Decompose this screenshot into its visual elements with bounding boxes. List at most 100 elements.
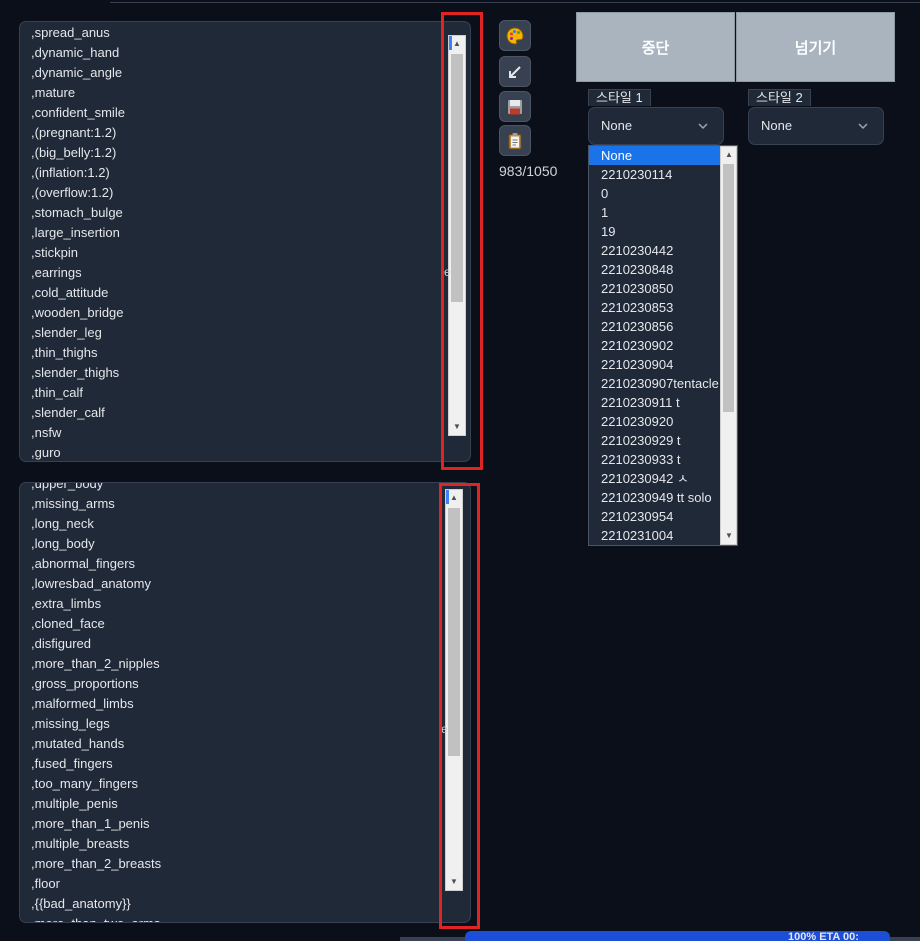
positive-prompt-textarea[interactable]: ,spread_anus ,dynamic_hand ,dynamic_angle,… <box>19 21 471 462</box>
chevron-down-icon <box>698 123 708 130</box>
prompt-line: ,malformed_limbs <box>31 696 134 711</box>
dropdown-scrollbar[interactable]: ▲ ▼ <box>720 146 737 545</box>
negative-prompt-textarea[interactable]: ,upper_body ,missing_arms ,long_neck ,long_… <box>19 482 471 923</box>
prompt-line: ,wooden_bridge <box>31 305 124 320</box>
style2-value: None <box>761 118 793 133</box>
stray-character: e <box>444 265 451 279</box>
style2-label: 스타일 2 <box>748 89 811 106</box>
prompt-line: ,(inflation:1.2) <box>31 165 110 180</box>
dropdown-option[interactable]: 2210230920 <box>589 412 721 431</box>
prompt-line: ,large_insertion <box>31 225 120 240</box>
prompt-line: ,nsfw <box>31 425 62 440</box>
prompt-line: ,spread_anus <box>31 25 110 40</box>
arrow-icon <box>509 65 521 78</box>
dropdown-option[interactable]: 2210230949 tt solo <box>589 488 721 507</box>
scroll-up-arrow-icon[interactable]: ▲ <box>449 36 465 52</box>
prompt-line: ,more_than_two_arms <box>31 914 161 922</box>
prompt-line: ,upper_body <box>31 482 104 491</box>
prompt-line: ,(big_belly:1.2) <box>31 145 117 160</box>
scroll-thumb[interactable] <box>451 54 463 302</box>
prompt-line: ,gross_proportions <box>31 676 139 691</box>
prompt-line: ,long_neck <box>31 516 94 531</box>
dropdown-option[interactable]: 19 <box>589 222 721 241</box>
progress-text: 100% ETA 00: <box>788 931 859 941</box>
dropdown-option[interactable]: 2210230942 ㅅ <box>589 469 721 488</box>
prompt-line: ,disfigured <box>31 636 91 651</box>
token-counter: 983/1050 <box>499 163 558 179</box>
save-button[interactable] <box>499 91 531 122</box>
dropdown-option[interactable]: 2210230933 t <box>589 450 721 469</box>
scroll-up-arrow-icon[interactable]: ▲ <box>721 147 737 163</box>
prompt-line: ,(overflow:1.2) <box>31 185 114 200</box>
arrow-button[interactable] <box>499 56 531 87</box>
prompt-line: ,slender_calf <box>31 405 105 420</box>
dropdown-option[interactable]: 1 <box>589 203 721 222</box>
prompt-line: ,more_than_2_nipples <box>31 656 160 671</box>
stray-character: e <box>441 722 448 736</box>
prompt-line: ,dynamic_hand <box>31 45 120 60</box>
dropdown-option[interactable]: 0 <box>589 184 721 203</box>
prompt-line: ,cloned_face <box>31 616 105 631</box>
style2-select[interactable]: None <box>748 107 884 145</box>
prompt-line: ,thin_thighs <box>31 345 98 360</box>
positive-prompt-text: ,spread_anus ,dynamic_hand ,dynamic_angle,… <box>31 23 125 461</box>
prompt-line: ,long_body <box>31 536 95 551</box>
dropdown-option[interactable]: 2210230929 t <box>589 431 721 450</box>
prompt-line: ,fused_fingers <box>31 756 113 771</box>
dropdown-option[interactable]: 2210230848 <box>589 260 721 279</box>
style1-label: 스타일 1 <box>588 89 651 106</box>
prompt-line: ,confident_smile <box>31 105 125 120</box>
prompt-line: ,{{bad_anatomy}} <box>31 896 131 911</box>
prompt-line: ,dynamic_angle <box>31 65 123 80</box>
prompt-line: ,abnormal_fingers <box>31 556 136 571</box>
prompt-line: ,missing_arms <box>31 496 115 511</box>
dropdown-option[interactable]: 2210230911 t <box>589 393 721 412</box>
dropdown-option[interactable]: 2210230850 <box>589 279 721 298</box>
interrupt-button[interactable]: 중단 <box>576 12 735 82</box>
prompt-line: ,too_many_fingers <box>31 776 138 791</box>
prompt-line: ,multiple_breasts <box>31 836 130 851</box>
dropdown-option[interactable]: None <box>589 146 721 165</box>
prompt-line: ,more_than_1_penis <box>31 816 150 831</box>
style1-select[interactable]: None <box>588 107 724 145</box>
prompt-line: ,stomach_bulge <box>31 205 123 220</box>
prompt-line: ,multiple_penis <box>31 796 118 811</box>
negative-prompt-text: ,upper_body ,missing_arms ,long_neck ,long_… <box>31 482 161 922</box>
dropdown-option[interactable]: 2210230954 <box>589 507 721 526</box>
prompt-line: ,mature <box>31 85 76 100</box>
dropdown-option[interactable]: 2210230902 <box>589 336 721 355</box>
prompt-line: ,extra_limbs <box>31 596 102 611</box>
dropdown-option[interactable]: 2210230853 <box>589 298 721 317</box>
dropdown-option[interactable]: 2210231004 <box>589 526 721 545</box>
skip-button[interactable]: 넘기기 <box>736 12 895 82</box>
top-divider <box>110 0 920 3</box>
style1-value: None <box>601 118 633 133</box>
prompt-line: ,lowresbad_anatomy <box>31 576 151 591</box>
prompt-line: ,(pregnant:1.2) <box>31 125 117 140</box>
negative-prompt-scrollbar[interactable]: ▲ ▼ <box>445 489 463 891</box>
positive-prompt-scrollbar[interactable]: ▲ ▼ <box>448 35 466 436</box>
dropdown-option[interactable]: 2210230442 <box>589 241 721 260</box>
dropdown-option[interactable]: 2210230114 <box>589 165 721 184</box>
scroll-thumb[interactable] <box>448 508 460 756</box>
clipboard-button[interactable] <box>499 125 531 156</box>
prompt-line: ,thin_calf <box>31 385 84 400</box>
clipboard-icon <box>508 132 522 149</box>
prompt-line: ,missing_legs <box>31 716 110 731</box>
save-icon <box>507 98 523 115</box>
prompt-line: ,slender_leg <box>31 325 102 340</box>
prompt-line: ,cold_attitude <box>31 285 109 300</box>
scroll-down-arrow-icon[interactable]: ▼ <box>721 528 737 544</box>
dropdown-option[interactable]: 2210230904 <box>589 355 721 374</box>
scroll-down-arrow-icon[interactable]: ▼ <box>449 419 465 435</box>
dropdown-option[interactable]: 2210230907tentacle <box>589 374 721 393</box>
scroll-thumb[interactable] <box>723 164 734 412</box>
scroll-up-arrow-icon[interactable]: ▲ <box>446 490 462 506</box>
dropdown-option[interactable]: 2210230856 <box>589 317 721 336</box>
prompt-line: ,guro <box>31 445 61 460</box>
palette-button[interactable] <box>499 20 531 51</box>
style1-dropdown-list[interactable]: None 2210230114 0 1 19 2210230442 2210230848 22… <box>588 145 738 546</box>
scroll-down-arrow-icon[interactable]: ▼ <box>446 874 462 890</box>
prompt-line: ,mutated_hands <box>31 736 125 751</box>
palette-icon <box>506 26 524 45</box>
